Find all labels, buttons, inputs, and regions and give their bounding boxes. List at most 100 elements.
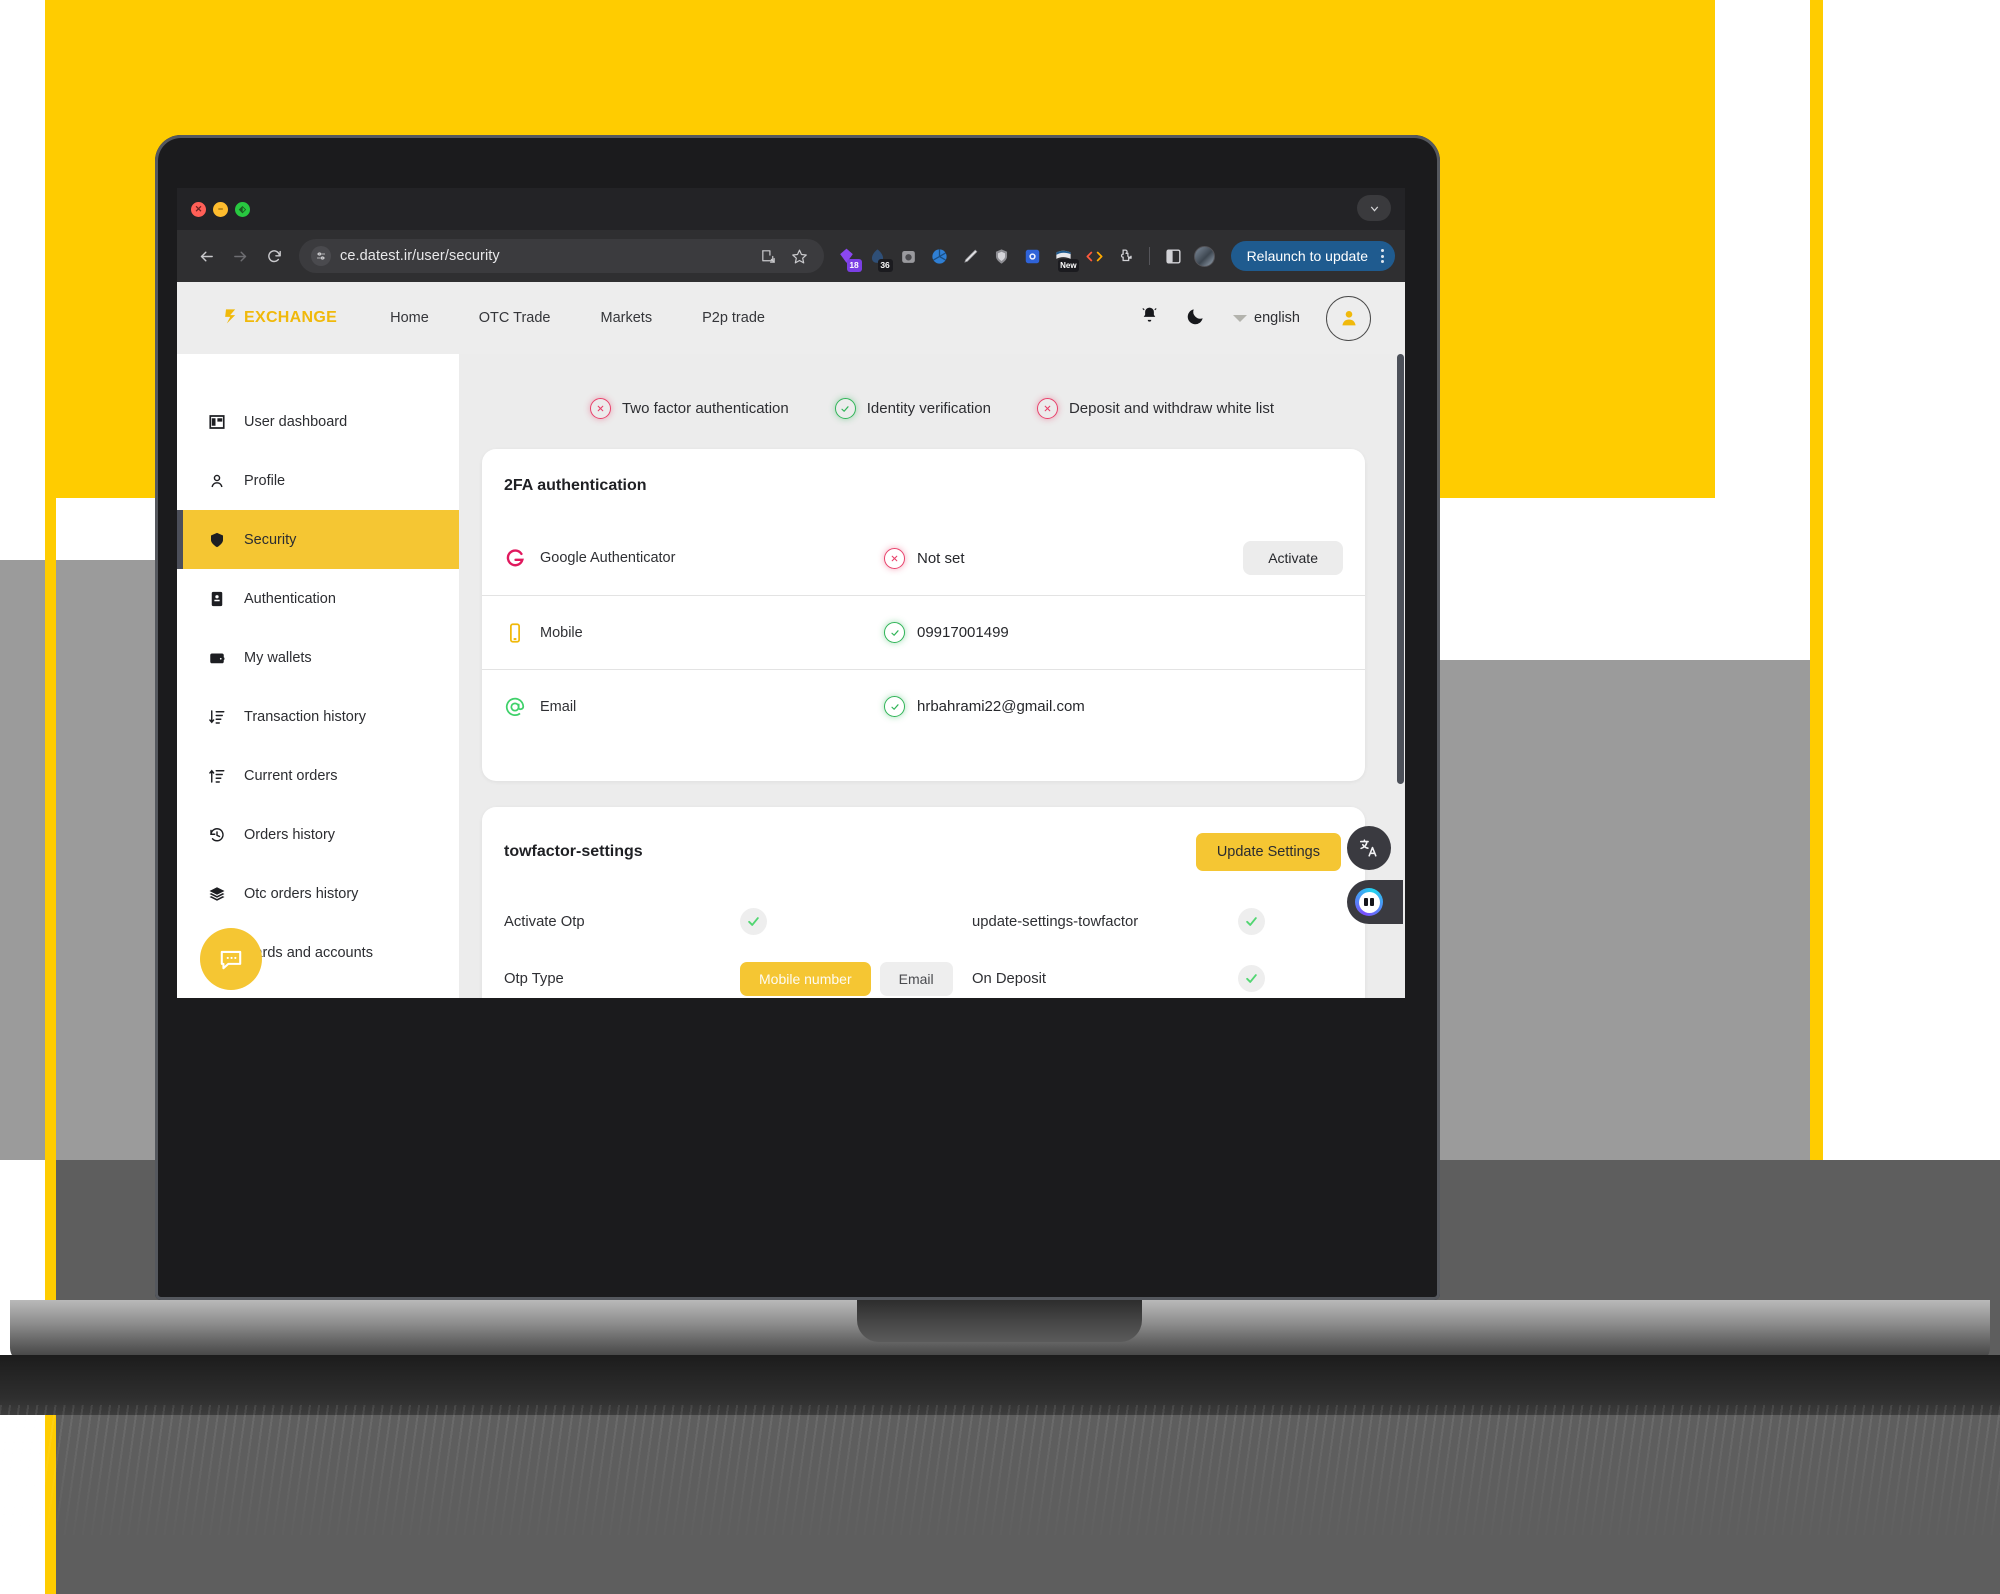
extension-puzzle-icon[interactable] (1115, 246, 1136, 267)
dashboard-icon (207, 412, 227, 432)
main-nav: Home OTC Trade Markets P2p trade (365, 310, 790, 326)
web-page: EXCHANGE Home OTC Trade Markets P2p trad… (177, 282, 1405, 998)
extension-new-icon[interactable]: New (1053, 246, 1079, 272)
dark-mode-moon-icon[interactable] (1186, 305, 1207, 331)
status-identity-verification: Identity verification (834, 398, 991, 419)
nav-item-otc-trade[interactable]: OTC Trade (454, 310, 576, 326)
address-bar[interactable]: ce.datest.ir/user/security (299, 239, 824, 273)
setting-otp-type: Otp Type Mobile number Email (504, 950, 972, 998)
activate-button[interactable]: Activate (1243, 541, 1343, 575)
relaunch-to-update-button[interactable]: Relaunch to update (1230, 241, 1395, 271)
window-controls[interactable]: ✕ − ⬖ (191, 201, 250, 217)
install-app-icon[interactable] (760, 248, 777, 265)
activate-otp-checkbox[interactable] (740, 908, 767, 935)
row-value: hrbahrami22@gmail.com (917, 698, 1085, 715)
tab-search-chevron-down-icon[interactable] (1357, 195, 1391, 221)
header-actions: english (1139, 295, 1405, 341)
forward-arrow-icon[interactable] (223, 239, 257, 273)
setting-label: Otp Type (504, 970, 564, 987)
brand-logo-group[interactable]: EXCHANGE (221, 306, 337, 331)
status-label: Identity verification (866, 400, 991, 417)
browser-toolbar: ce.datest.ir/user/security 18 36 New Rel… (177, 230, 1405, 282)
security-status-row: Two factor authentication Identity verif… (459, 354, 1405, 449)
nav-item-p2p-trade[interactable]: P2p trade (677, 310, 790, 326)
row-value: Not set (917, 549, 965, 567)
extension-new-badge: New (1058, 258, 1079, 272)
layers-icon (207, 884, 227, 904)
kebab-menu-icon[interactable] (1378, 249, 1387, 263)
sidebar-item-orders-history[interactable]: Orders history (177, 805, 459, 864)
row-value-group: 09917001499 (884, 622, 1343, 643)
card-title: towfactor-settings (504, 843, 643, 860)
sidebar-item-user-dashboard[interactable]: User dashboard (177, 392, 459, 451)
twofa-row-google-authenticator: Google Authenticator Not set Activate (482, 521, 1365, 595)
extension-purple-badge: 18 (846, 258, 862, 272)
user-avatar-icon[interactable] (1326, 295, 1371, 341)
extension-blue-icon[interactable]: 36 (867, 246, 893, 272)
chat-support-button[interactable] (200, 928, 262, 990)
extension-square-dot-icon[interactable] (1022, 246, 1043, 267)
minimize-window-button[interactable]: − (213, 201, 228, 217)
sidebar-label: Orders history (244, 826, 336, 843)
background-white-notch-right (1433, 498, 1810, 660)
wallet-icon (207, 648, 227, 668)
reload-icon[interactable] (257, 239, 291, 273)
chevron-down-icon (1233, 314, 1248, 322)
on-deposit-checkbox[interactable] (1238, 965, 1265, 992)
sidebar-item-transaction-history[interactable]: Transaction history (177, 687, 459, 746)
exchange-swap-icon (221, 306, 241, 331)
sidebar-item-security[interactable]: Security (177, 510, 459, 569)
extension-camera-icon[interactable] (898, 246, 919, 267)
close-window-button[interactable]: ✕ (191, 201, 206, 217)
sidebar: User dashboard Profile Security Authenti… (177, 354, 459, 998)
brand-name: EXCHANGE (244, 309, 338, 326)
otp-type-email-option[interactable]: Email (879, 961, 953, 996)
site-settings-icon[interactable] (311, 246, 331, 266)
setting-label: On Deposit (972, 970, 1047, 987)
towfactor-card-header: towfactor-settings Update Settings (482, 807, 1365, 871)
extensions-area: 18 36 New Relaunch to update (832, 241, 1395, 272)
ai-assistant-icon[interactable] (1347, 880, 1403, 924)
extension-pen-icon[interactable] (960, 246, 981, 267)
language-selector[interactable]: english (1233, 310, 1300, 326)
star-icon[interactable] (791, 248, 808, 265)
profile-avatar-icon[interactable] (1193, 245, 1215, 267)
extension-purple-icon[interactable]: 18 (836, 246, 862, 272)
sidebar-label: Authentication (244, 590, 336, 607)
at-sign-icon (504, 696, 526, 718)
translate-icon[interactable] (1347, 826, 1391, 870)
setting-label: update-settings-towfactor (972, 913, 1139, 930)
url-text[interactable]: ce.datest.ir/user/security (340, 248, 751, 264)
maximize-window-button[interactable]: ⬖ (235, 201, 250, 217)
google-g-icon (504, 547, 526, 569)
sidebar-item-authentication[interactable]: Authentication (177, 569, 459, 628)
extension-aperture-icon[interactable] (929, 246, 950, 267)
floating-side-widgets (1347, 826, 1403, 924)
nav-item-home[interactable]: Home (365, 310, 454, 326)
sidebar-item-profile[interactable]: Profile (177, 451, 459, 510)
extension-shield-icon[interactable] (991, 246, 1012, 267)
id-card-icon (207, 589, 227, 609)
extension-sidepanel-icon[interactable] (1163, 246, 1184, 267)
sidebar-item-current-orders[interactable]: Current orders (177, 746, 459, 805)
scrollbar-thumb[interactable] (1397, 354, 1404, 784)
language-label: english (1254, 310, 1300, 326)
user-icon (207, 471, 227, 491)
order-list-icon (207, 766, 227, 786)
row-label: Mobile (540, 624, 583, 641)
update-settings-button[interactable]: Update Settings (1195, 833, 1341, 871)
row-value-group: hrbahrami22@gmail.com (884, 696, 1343, 717)
twofa-row-email: Email hrbahrami22@gmail.com (482, 669, 1365, 743)
extension-code-icon[interactable] (1084, 246, 1105, 267)
sidebar-label: Cards and accounts (244, 944, 373, 961)
notification-bell-icon[interactable] (1139, 305, 1160, 331)
nav-item-markets[interactable]: Markets (576, 310, 678, 326)
otp-type-mobile-number-option[interactable]: Mobile number (740, 961, 871, 996)
back-arrow-icon[interactable] (189, 239, 223, 273)
error-circle-icon (589, 398, 611, 419)
sidebar-item-otc-orders-history[interactable]: Otc orders history (177, 864, 459, 923)
update-settings-towfactor-checkbox[interactable] (1238, 908, 1265, 935)
page-body: User dashboard Profile Security Authenti… (177, 354, 1405, 998)
sidebar-item-my-wallets[interactable]: My wallets (177, 628, 459, 687)
laptop-base-notch (857, 1300, 1142, 1342)
